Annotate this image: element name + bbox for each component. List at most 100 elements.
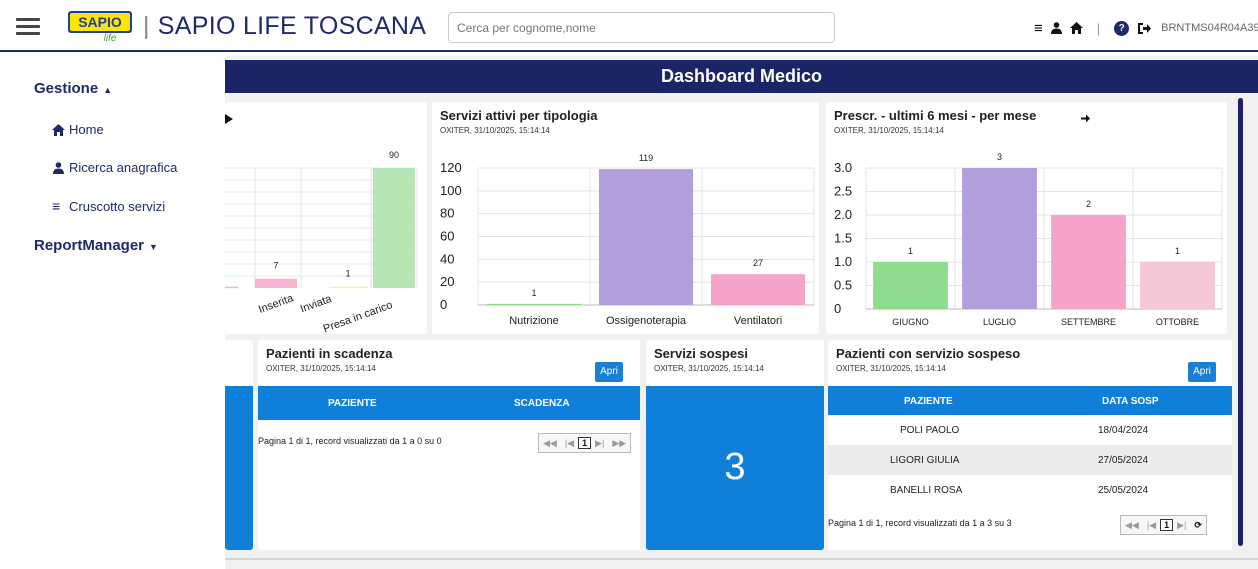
current-page[interactable]: 1 — [578, 437, 592, 449]
bar — [1140, 262, 1215, 309]
x-tick-label: Inserita — [257, 292, 296, 316]
list-icon: ≡ — [52, 198, 61, 214]
chart-servizi-attivi: 0 20 40 60 80 100 120 1 Nutrizione 119 Ossigenoter… — [440, 153, 815, 327]
card-stati-richieste: 7 1 90 Inserita Inviata Presa in carico — [225, 102, 427, 334]
x-tick-label: SETTEMBRE — [1061, 317, 1116, 327]
x-tick-label: Inviata — [299, 293, 334, 316]
menu-icon[interactable] — [16, 18, 40, 36]
card-title: Servizi sospesi — [654, 346, 748, 361]
card-pazienti-sospeso: Pazienti con servizio sospeso OXITER, 31… — [828, 340, 1232, 550]
last-page-icon[interactable]: ▶▶ — [608, 438, 630, 449]
data-label: 90 — [389, 150, 399, 160]
col-header-paziente[interactable]: PAZIENTE — [328, 398, 377, 409]
sidebar-item-home[interactable]: Home — [52, 122, 104, 137]
card-title: Pazienti in scadenza — [266, 346, 393, 361]
card-prescrizioni: Prescr. - ultimi 6 mesi - per mese OXITE… — [826, 102, 1227, 334]
chart-stati: 7190Inserita InviataPresa in carico — [225, 150, 418, 334]
x-tick-label: Ventilatori — [734, 315, 782, 327]
pager-text: Pagina 1 di 1, record visualizzati da 1 … — [828, 518, 1012, 528]
first-page-icon[interactable]: ◀◀ — [1121, 520, 1143, 531]
table-row[interactable]: BANELLI ROSA 25/05/2024 — [828, 475, 1232, 505]
main-content: Dashboard Medico 7 1 90 Inserita Inviata Pres… — [225, 56, 1258, 569]
y-tick-label: 1.0 — [834, 254, 852, 269]
logo-text-bottom: life — [104, 33, 117, 42]
table-header: PAZIENTE DATA SOSP — [828, 386, 1232, 415]
y-tick-label: 20 — [440, 274, 454, 289]
first-page-icon[interactable]: ◀◀ — [539, 438, 561, 449]
list-icon[interactable]: ≡ — [1034, 20, 1043, 37]
user-icon[interactable] — [1050, 22, 1062, 34]
y-tick-label: 2.0 — [834, 207, 852, 222]
cell-data: 25/05/2024 — [1098, 485, 1149, 496]
sidebar: Gestione ▲ Home Ricerca anagrafica ≡ Crus… — [0, 54, 225, 569]
logo-text-top: SAPIO — [78, 14, 122, 30]
data-label: 2 — [1086, 199, 1091, 209]
user-code: BRNTMS04R04A390B — [1161, 22, 1258, 34]
table-row[interactable]: LIGORI GIULIA 27/05/2024 — [828, 445, 1232, 475]
bar — [255, 278, 297, 288]
logout-icon[interactable] — [1137, 22, 1152, 35]
sidebar-section-reportmanager[interactable]: ReportManager ▼ — [34, 237, 158, 254]
card-pazienti-scadenza: Pazienti in scadenza OXITER, 31/10/2025,… — [258, 340, 640, 550]
x-tick-label: GIUGNO — [892, 317, 929, 327]
sidebar-section-gestione[interactable]: Gestione ▲ — [34, 80, 112, 97]
apri-button[interactable]: Apri — [595, 362, 623, 382]
bar — [373, 168, 415, 288]
separator: | — [1096, 20, 1101, 36]
bar — [1051, 215, 1126, 309]
data-label: 1 — [908, 246, 913, 256]
table-row[interactable]: POLI PAOLO 18/04/2024 — [828, 415, 1232, 445]
col-header-paziente[interactable]: PAZIENTE — [904, 396, 953, 407]
scrollbar[interactable] — [1238, 98, 1243, 546]
bottom-divider — [225, 558, 1258, 560]
search-input[interactable] — [448, 12, 835, 43]
sidebar-item-cruscotto[interactable]: ≡ Cruscotto servizi — [52, 198, 165, 214]
prev-page-icon[interactable]: |◀ — [561, 438, 578, 449]
card-servizi-sospesi: Servizi sospesi OXITER, 31/10/2025, 15:1… — [646, 340, 824, 550]
chart-prescrizioni: 0 0.5 1.0 1.5 2.0 2.5 3.0 1 GIUGNO 3 LUGLIO 2 SETTEM… — [834, 152, 1223, 327]
next-page-icon[interactable]: ▶| — [1173, 520, 1190, 531]
card-partial-left — [225, 340, 253, 550]
card-subtitle: OXITER, 31/10/2025, 15:14:14 — [836, 364, 946, 373]
cell-paziente: POLI PAOLO — [900, 425, 960, 436]
x-tick-label: OTTOBRE — [1156, 317, 1199, 327]
col-header-data-sosp[interactable]: DATA SOSP — [1102, 396, 1158, 407]
caret-up-icon: ▲ — [103, 85, 113, 95]
x-tick-label: Ossigenoterapia — [606, 315, 687, 327]
col-header-scadenza[interactable]: SCADENZA — [514, 398, 570, 409]
help-icon[interactable]: ? — [1114, 20, 1130, 36]
data-label: 27 — [753, 258, 763, 268]
current-page[interactable]: 1 — [1160, 519, 1174, 531]
bar — [962, 168, 1037, 309]
bar — [598, 169, 694, 305]
x-tick-label: Nutrizione — [509, 315, 559, 327]
top-bar: SAPIO life |SAPIO LIFE TOSCANA ≡ | ? BRN… — [0, 0, 1258, 52]
sapio-logo[interactable]: SAPIO life — [66, 10, 136, 42]
count-panel[interactable]: 3 — [646, 386, 824, 550]
caret-down-icon: ▼ — [149, 242, 158, 252]
card-subtitle: OXITER, 31/10/2025, 15:14:14 — [654, 364, 764, 373]
top-icons: ≡ | ? BRNTMS04R04A390B — [1034, 18, 1258, 38]
y-tick-label: 80 — [440, 206, 454, 221]
apri-button[interactable]: Apri — [1188, 362, 1216, 382]
y-tick-label: 1.5 — [834, 231, 852, 246]
next-page-icon[interactable]: ▶| — [591, 438, 608, 449]
card-title: Pazienti con servizio sospeso — [836, 346, 1021, 361]
cell-data: 18/04/2024 — [1098, 425, 1149, 436]
y-tick-label: 0 — [440, 297, 447, 312]
home-icon[interactable] — [1069, 22, 1083, 34]
prev-page-icon[interactable]: |◀ — [1143, 520, 1160, 531]
data-label: 7 — [273, 261, 278, 271]
y-tick-label: 40 — [440, 251, 454, 266]
pagination: ◀◀ |◀ 1 ▶| ⟳ — [1120, 515, 1207, 535]
refresh-icon[interactable]: ⟳ — [1190, 520, 1206, 531]
bar — [710, 274, 806, 305]
table-header: PAZIENTE SCADENZA — [258, 386, 640, 420]
bar — [486, 303, 582, 306]
data-label: 1 — [531, 288, 536, 298]
bar — [873, 262, 948, 309]
cell-paziente: BANELLI ROSA — [890, 485, 963, 496]
home-icon — [52, 123, 65, 136]
sidebar-item-ricerca[interactable]: Ricerca anagrafica — [52, 160, 177, 175]
y-tick-label: 60 — [440, 229, 454, 244]
